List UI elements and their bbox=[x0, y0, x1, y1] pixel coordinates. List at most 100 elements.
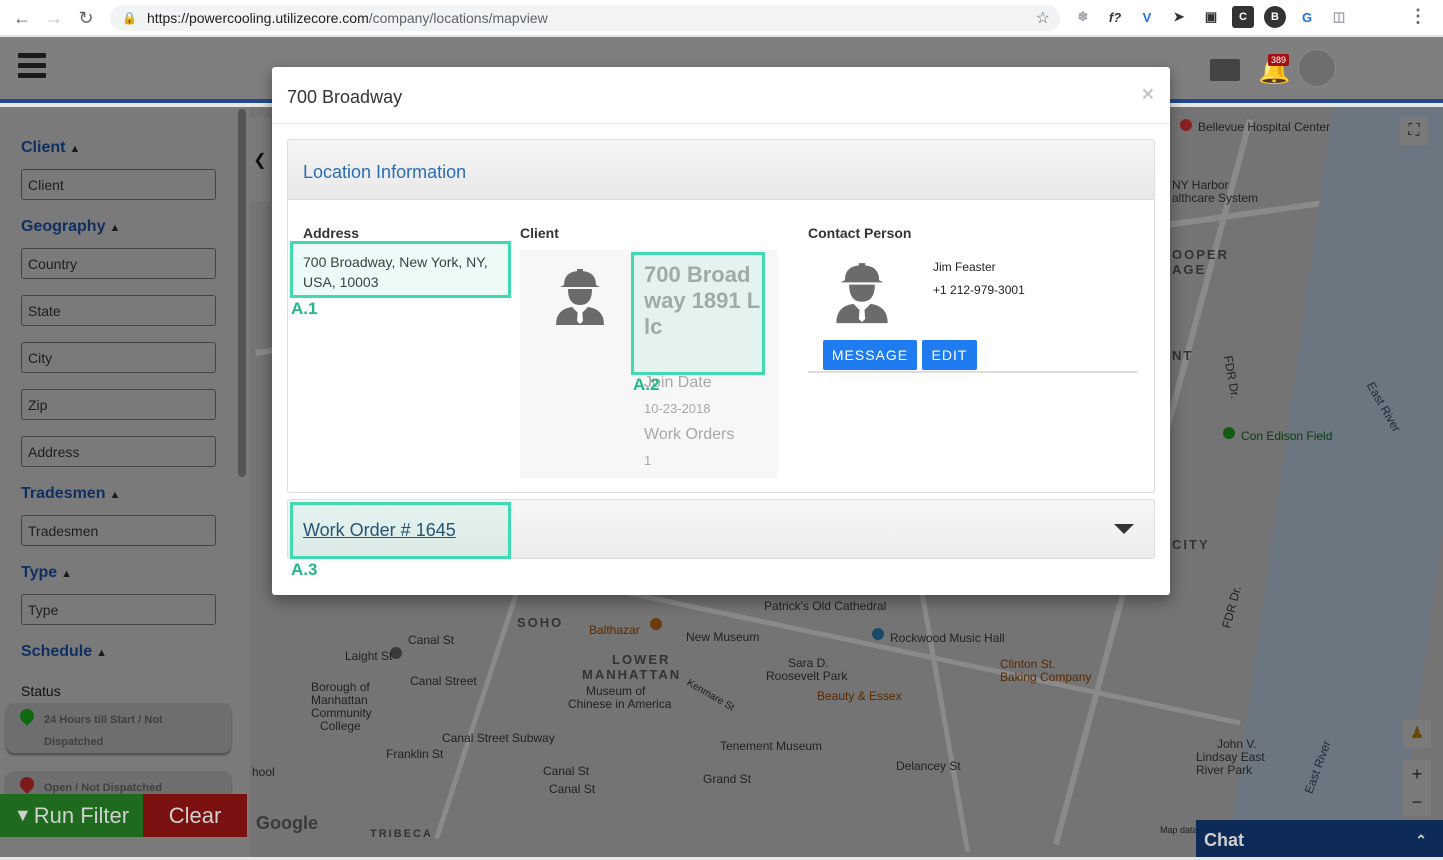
section-geography[interactable]: Geography ▲ bbox=[21, 218, 120, 236]
map-label-clinton-st: Clinton St. bbox=[1000, 657, 1056, 671]
message-button[interactable]: MESSAGE bbox=[823, 340, 917, 370]
section-type[interactable]: Type ▲ bbox=[21, 564, 72, 582]
map-label-borough-4: College bbox=[320, 719, 361, 733]
notification-badge: 389 bbox=[1268, 54, 1290, 66]
translate-extension-icon[interactable]: G bbox=[1296, 6, 1318, 28]
c-extension-icon[interactable]: C bbox=[1232, 6, 1254, 28]
map-label-borough-3: Community bbox=[311, 706, 372, 720]
hamburger-menu-icon[interactable] bbox=[18, 53, 46, 83]
annotation-box-a2 bbox=[631, 252, 765, 375]
mail-icon[interactable] bbox=[1210, 59, 1240, 81]
map-label-school: hool bbox=[252, 765, 275, 779]
map-label-bellevue: Bellevue Hospital Center bbox=[1198, 120, 1331, 134]
status-card-open-label: Open / Not Dispatched bbox=[44, 782, 162, 794]
edit-button[interactable]: EDIT bbox=[922, 340, 977, 370]
join-date-value: 10-23-2018 bbox=[644, 401, 711, 416]
contact-divider bbox=[808, 371, 1138, 373]
work-orders-value: 1 bbox=[644, 453, 652, 468]
map-label-laight: Laight St bbox=[345, 649, 393, 663]
section-schedule[interactable]: Schedule ▲ bbox=[21, 643, 107, 661]
browser-menu-icon[interactable]: ⋮ bbox=[1409, 6, 1427, 27]
annotation-box-a1 bbox=[290, 241, 511, 298]
type-input[interactable]: Type bbox=[21, 594, 216, 625]
park-pin-icon[interactable] bbox=[1223, 427, 1235, 439]
status-card-24h[interactable]: 24 Hours till Start / Not Dispatched bbox=[6, 703, 231, 753]
collapse-sidebar-button[interactable]: ❮ bbox=[250, 117, 270, 202]
map-label-lower: LOWER bbox=[612, 652, 671, 667]
map-label-balthazar: Balthazar bbox=[589, 623, 640, 637]
google-logo: Google bbox=[256, 813, 318, 833]
extension-bar: ❄ f? V ➤ ▣ C B G ◫ bbox=[1072, 6, 1350, 28]
map-data-label: Map data bbox=[1160, 825, 1198, 835]
section-client[interactable]: Client ▲ bbox=[21, 139, 80, 157]
restaurant-pin-icon[interactable] bbox=[650, 618, 662, 630]
lock-icon: 🔒 bbox=[122, 11, 137, 25]
section-tradesmen[interactable]: Tradesmen ▲ bbox=[21, 485, 120, 503]
close-icon[interactable]: × bbox=[1142, 83, 1154, 107]
address-bar[interactable]: 🔒 https://powercooling.utilizecore.com/c… bbox=[110, 5, 1060, 31]
caret-up-icon: ▲ bbox=[109, 222, 121, 234]
map-label-patricks: Patrick's Old Cathedral bbox=[764, 599, 887, 613]
caret-down-icon[interactable] bbox=[1114, 524, 1134, 534]
map-label-canal-street-subway: Canal Street Subway bbox=[442, 731, 555, 745]
worker-avatar-icon bbox=[556, 269, 604, 325]
url-path: /company/locations/mapview bbox=[368, 10, 548, 26]
city-placeholder: City bbox=[28, 349, 53, 366]
contact-person-label: Contact Person bbox=[808, 225, 912, 241]
bplus-extension-icon[interactable]: B bbox=[1264, 6, 1286, 28]
map-label-baking: Baking Company bbox=[1000, 670, 1092, 684]
annotation-label-a2: A.2 bbox=[633, 375, 660, 394]
browser-toolbar: ← → ↻ 🔒 https://powercooling.utilizecore… bbox=[0, 0, 1443, 36]
v-extension-icon[interactable]: V bbox=[1136, 6, 1158, 28]
work-orders-label: Work Orders bbox=[644, 426, 735, 443]
museum-pin-icon[interactable] bbox=[872, 628, 884, 640]
zoom-out-icon[interactable]: − bbox=[1403, 788, 1431, 816]
tradesmen-placeholder: Tradesmen bbox=[28, 522, 99, 539]
back-icon[interactable]: ← bbox=[6, 0, 38, 36]
fx-extension-icon[interactable]: f? bbox=[1104, 6, 1126, 28]
zoom-in-icon[interactable]: + bbox=[1403, 760, 1431, 788]
address-input[interactable]: Address bbox=[21, 436, 216, 467]
bookmark-star-icon[interactable]: ☆ bbox=[1036, 8, 1050, 28]
screenshot-extension-icon[interactable]: ▣ bbox=[1200, 6, 1222, 28]
city-input[interactable]: City bbox=[21, 342, 216, 373]
section-client-label: Client bbox=[21, 139, 66, 156]
map-label-rockwood: Rockwood Music Hall bbox=[890, 631, 1005, 645]
client-input[interactable]: Client bbox=[21, 169, 216, 200]
map-label-franklin: Franklin St bbox=[386, 747, 444, 761]
modal-header: 700 Broadway × bbox=[272, 67, 1170, 124]
avatar[interactable] bbox=[1298, 49, 1336, 87]
clear-button[interactable]: Clear bbox=[143, 794, 247, 837]
snowflake-extension-icon[interactable]: ❄ bbox=[1072, 6, 1094, 28]
zip-input[interactable]: Zip bbox=[21, 389, 216, 420]
caret-up-icon: ▲ bbox=[96, 647, 108, 659]
client-placeholder: Client bbox=[28, 176, 64, 193]
map-label-canal-st-2: Canal St bbox=[543, 764, 590, 778]
cursor-extension-icon[interactable]: ➤ bbox=[1168, 6, 1190, 28]
sidebar-scrollbar[interactable] bbox=[238, 109, 246, 477]
fullscreen-icon[interactable]: ⛶ bbox=[1400, 117, 1428, 145]
contact-avatar-icon bbox=[836, 263, 888, 324]
reload-icon[interactable]: ↻ bbox=[70, 0, 102, 36]
state-input[interactable]: State bbox=[21, 295, 216, 326]
map-pin-icon bbox=[17, 774, 37, 794]
tab-extension-icon[interactable]: ◫ bbox=[1328, 6, 1350, 28]
map-label-beauty-essex: Beauty & Essex bbox=[817, 689, 902, 703]
forward-icon[interactable]: → bbox=[38, 0, 70, 36]
hospital-pin-icon[interactable] bbox=[1180, 119, 1192, 131]
chevron-left-icon: ❮ bbox=[253, 151, 267, 169]
chat-bar[interactable]: Chat ⌃ bbox=[1196, 820, 1443, 857]
state-placeholder: State bbox=[28, 302, 61, 319]
run-filter-button[interactable]: ▼ Run Filter bbox=[0, 794, 143, 837]
panel-title: Location Information bbox=[303, 162, 467, 182]
map-label-canal-st-1: Canal St bbox=[408, 633, 455, 647]
map-label-city: CITY bbox=[1172, 537, 1210, 552]
country-input[interactable]: Country bbox=[21, 248, 216, 279]
chevron-up-icon: ⌃ bbox=[1415, 832, 1427, 848]
url-host: https://powercooling.utilizecore.com bbox=[146, 10, 369, 26]
pegman-icon[interactable]: ♟ bbox=[1403, 720, 1431, 748]
section-tradesmen-label: Tradesmen bbox=[21, 485, 106, 502]
filter-sidebar: Client ▲ Client Geography ▲ Country State … bbox=[0, 107, 250, 857]
tradesmen-input[interactable]: Tradesmen bbox=[21, 515, 216, 546]
map-label-sara-d: Sara D. bbox=[788, 656, 829, 670]
